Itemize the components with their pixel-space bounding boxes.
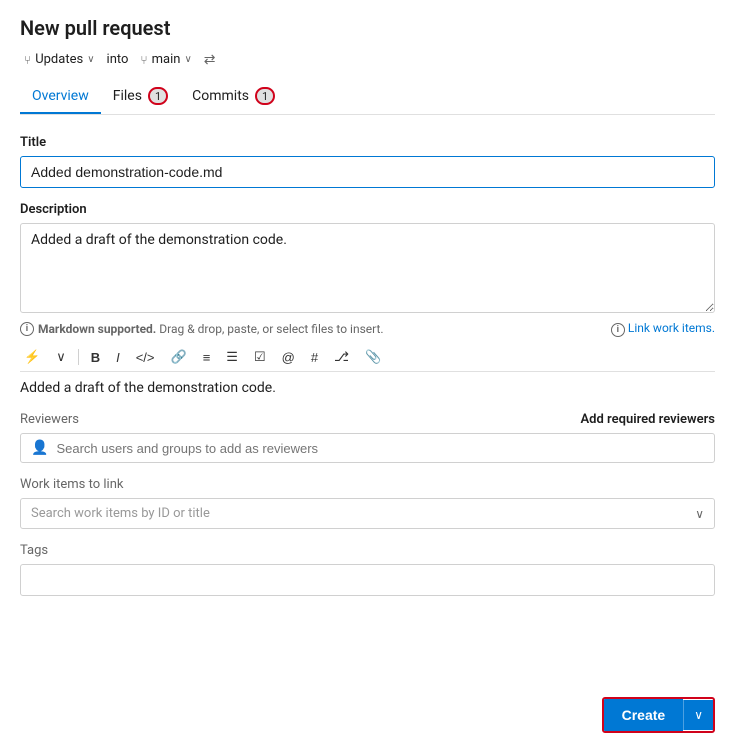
footer-row: Create ∨	[0, 687, 735, 753]
heading-icon: #	[311, 350, 318, 365]
toolbar-format-btn[interactable]: ⚡	[20, 347, 44, 367]
reviewers-label: Reviewers	[20, 412, 79, 427]
tab-files[interactable]: Files 1	[101, 79, 180, 115]
link-icon: 🔗	[171, 349, 187, 365]
create-btn-group: Create ∨	[602, 697, 715, 733]
create-button[interactable]: Create	[604, 699, 684, 731]
target-branch-icon: ⑂	[140, 53, 147, 67]
toolbar-link-btn[interactable]: 🔗	[167, 347, 191, 367]
description-preview: Added a draft of the demonstration code.	[20, 380, 715, 396]
main-content: Title Description Added a draft of the d…	[0, 115, 735, 687]
page-title: New pull request	[20, 16, 715, 40]
target-chevron-icon: ∨	[184, 54, 191, 65]
markdown-info-icon: i	[20, 322, 34, 336]
source-branch-btn[interactable]: ⑂ Updates ∨	[20, 50, 99, 69]
toolbar-attachment-btn[interactable]: 📎	[361, 347, 385, 367]
target-branch-label: main	[152, 52, 181, 67]
work-items-chevron-icon: ∨	[695, 507, 704, 521]
toolbar-code-btn[interactable]: </>	[132, 348, 159, 367]
tab-commits[interactable]: Commits 1	[180, 79, 287, 115]
tags-label: Tags	[20, 543, 715, 558]
toolbar-unordered-list-btn[interactable]: ☰	[222, 347, 242, 367]
source-branch-label: Updates	[35, 52, 83, 67]
mention-icon: @	[282, 350, 295, 365]
tags-input[interactable]	[20, 564, 715, 596]
toolbar-mention-btn[interactable]: @	[278, 348, 299, 367]
source-chevron-icon: ∨	[87, 54, 94, 65]
work-items-dropdown[interactable]: Search work items by ID or title ∨	[20, 498, 715, 529]
unordered-list-icon: ☰	[226, 349, 238, 365]
italic-icon: I	[116, 350, 120, 365]
toolbar-chevron-btn[interactable]: ∨	[52, 347, 70, 367]
tabs-row: Overview Files 1 Commits 1	[20, 79, 715, 115]
toolbar-pr-btn[interactable]: ⎇	[330, 347, 353, 367]
create-dropdown-chevron-icon: ∨	[694, 708, 703, 722]
source-branch-icon: ⑂	[24, 53, 31, 67]
code-icon: </>	[136, 350, 155, 365]
toolbar-bold-btn[interactable]: B	[87, 348, 104, 367]
page-container: New pull request ⑂ Updates ∨ into ⑂ main…	[0, 0, 735, 753]
tags-section: Tags	[20, 543, 715, 596]
markdown-info-right: i Link work items.	[611, 321, 715, 337]
markdown-info-row: i Markdown supported. Drag & drop, paste…	[20, 321, 715, 337]
chevron-icon: ∨	[56, 349, 66, 365]
task-list-icon: ☑	[254, 349, 266, 365]
reviewers-section: Reviewers Add required reviewers 👤	[20, 412, 715, 463]
description-label: Description	[20, 202, 715, 217]
tab-overview-label: Overview	[32, 88, 89, 104]
reviewers-header: Reviewers Add required reviewers	[20, 412, 715, 427]
ordered-list-icon: ≡	[203, 350, 211, 365]
reviewers-search-icon: 👤	[31, 440, 48, 456]
tab-overview[interactable]: Overview	[20, 80, 101, 114]
work-items-section: Work items to link Search work items by …	[20, 477, 715, 529]
work-items-label: Work items to link	[20, 477, 715, 492]
link-work-items-icon: i	[611, 323, 625, 337]
target-branch-btn[interactable]: ⑂ main ∨	[136, 50, 195, 69]
format-icon: ⚡	[24, 349, 40, 365]
toolbar-italic-btn[interactable]: I	[112, 348, 124, 367]
tab-commits-badge: 1	[255, 87, 275, 105]
branch-row: ⑂ Updates ∨ into ⑂ main ∨ ⇄	[20, 50, 715, 69]
add-reviewers-link[interactable]: Add required reviewers	[581, 412, 716, 427]
bold-icon: B	[91, 350, 100, 365]
attachment-icon: 📎	[365, 349, 381, 365]
toolbar-ordered-list-btn[interactable]: ≡	[199, 348, 215, 367]
title-input[interactable]	[20, 156, 715, 188]
toolbar-heading-btn[interactable]: #	[307, 348, 322, 367]
page-header: New pull request ⑂ Updates ∨ into ⑂ main…	[0, 0, 735, 115]
reviewers-search-row[interactable]: 👤	[20, 433, 715, 463]
tab-files-label: Files	[113, 88, 142, 104]
link-work-items-link[interactable]: Link work items.	[628, 321, 715, 335]
toolbar: ⚡ ∨ B I </> 🔗 ≡ ☰ ☑ @ # ⎇ 📎	[20, 343, 715, 372]
work-items-placeholder: Search work items by ID or title	[31, 506, 210, 521]
markdown-supported-text: Markdown supported. Drag & drop, paste, …	[38, 322, 384, 336]
tab-commits-label: Commits	[192, 88, 249, 104]
pr-icon: ⎇	[334, 349, 349, 365]
create-dropdown-button[interactable]: ∨	[683, 700, 713, 730]
description-textarea[interactable]: Added a draft of the demonstration code.	[20, 223, 715, 313]
markdown-info-left: i Markdown supported. Drag & drop, paste…	[20, 322, 384, 336]
swap-icon[interactable]: ⇄	[204, 52, 216, 68]
into-label: into	[107, 52, 129, 67]
form-section: Title Description Added a draft of the d…	[20, 135, 715, 596]
toolbar-separator-1	[78, 349, 79, 365]
reviewers-search-input[interactable]	[56, 441, 704, 456]
tab-files-badge: 1	[148, 87, 168, 105]
toolbar-task-list-btn[interactable]: ☑	[250, 347, 270, 367]
title-label: Title	[20, 135, 715, 150]
